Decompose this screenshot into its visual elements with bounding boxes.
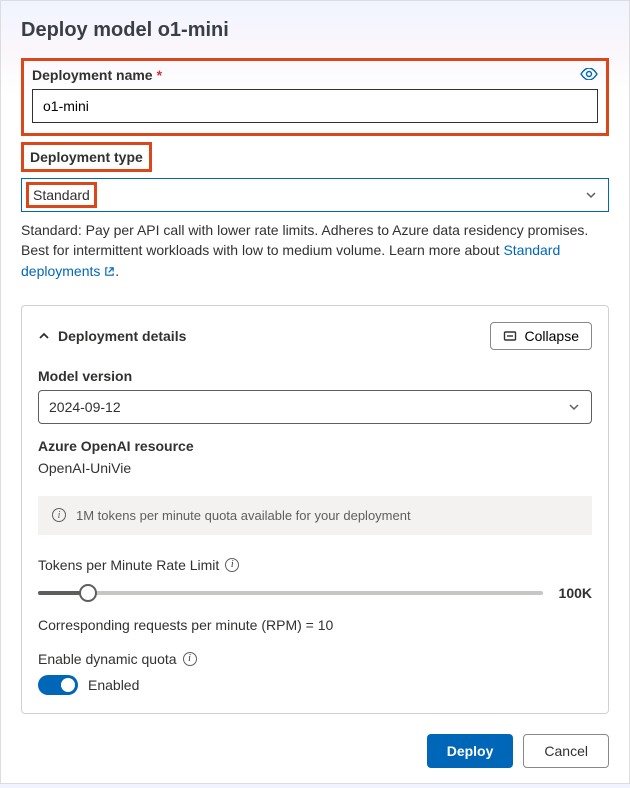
dynamic-quota-state: Enabled (88, 677, 139, 693)
dynamic-quota-toggle[interactable] (38, 675, 78, 695)
deployment-type-select[interactable]: Standard (21, 178, 609, 212)
cancel-button[interactable]: Cancel (523, 734, 609, 768)
info-icon: i (52, 508, 66, 522)
slider-thumb[interactable] (79, 584, 97, 602)
panel-toggle[interactable]: Deployment details (38, 328, 186, 344)
rate-limit-label: Tokens per Minute Rate Limit (38, 557, 219, 573)
visibility-icon[interactable] (580, 67, 598, 83)
deployment-type-label: Deployment type (21, 142, 152, 172)
deployment-name-section: Deployment name * (21, 58, 609, 136)
dynamic-quota-label: Enable dynamic quota (38, 651, 177, 667)
external-link-icon (104, 266, 115, 277)
dialog-footer: Deploy Cancel (21, 714, 609, 768)
deployment-name-label: Deployment name * (32, 67, 162, 83)
panel-title: Deployment details (58, 328, 186, 344)
deployment-type-description: Standard: Pay per API call with lower ra… (21, 220, 609, 281)
deployment-details-panel: Deployment details Collapse Model versio… (21, 305, 609, 714)
toggle-knob (61, 678, 75, 692)
model-version-label: Model version (38, 368, 592, 384)
resource-label: Azure OpenAI resource (38, 438, 592, 454)
deployment-type-value: Standard (26, 182, 97, 208)
rate-limit-value: 100K (559, 585, 592, 601)
chevron-up-icon (38, 330, 50, 342)
deploy-button[interactable]: Deploy (427, 734, 514, 768)
dialog-title: Deploy model o1-mini (21, 19, 609, 42)
model-version-select[interactable]: 2024-09-12 (38, 390, 592, 424)
model-version-value: 2024-09-12 (49, 399, 121, 415)
collapse-icon (503, 329, 517, 343)
collapse-button[interactable]: Collapse (490, 322, 592, 350)
info-icon[interactable]: i (183, 652, 197, 666)
required-indicator: * (157, 67, 162, 83)
rpm-text: Corresponding requests per minute (RPM) … (38, 617, 592, 633)
chevron-down-icon (584, 188, 598, 202)
rate-limit-slider[interactable] (38, 583, 543, 603)
deployment-name-input[interactable] (32, 89, 598, 123)
chevron-down-icon (567, 400, 581, 414)
info-icon[interactable]: i (225, 558, 239, 572)
quota-banner: i 1M tokens per minute quota available f… (38, 496, 592, 535)
dialog-header: Deploy model o1-mini (1, 1, 629, 58)
resource-value: OpenAI-UniVie (38, 460, 592, 476)
